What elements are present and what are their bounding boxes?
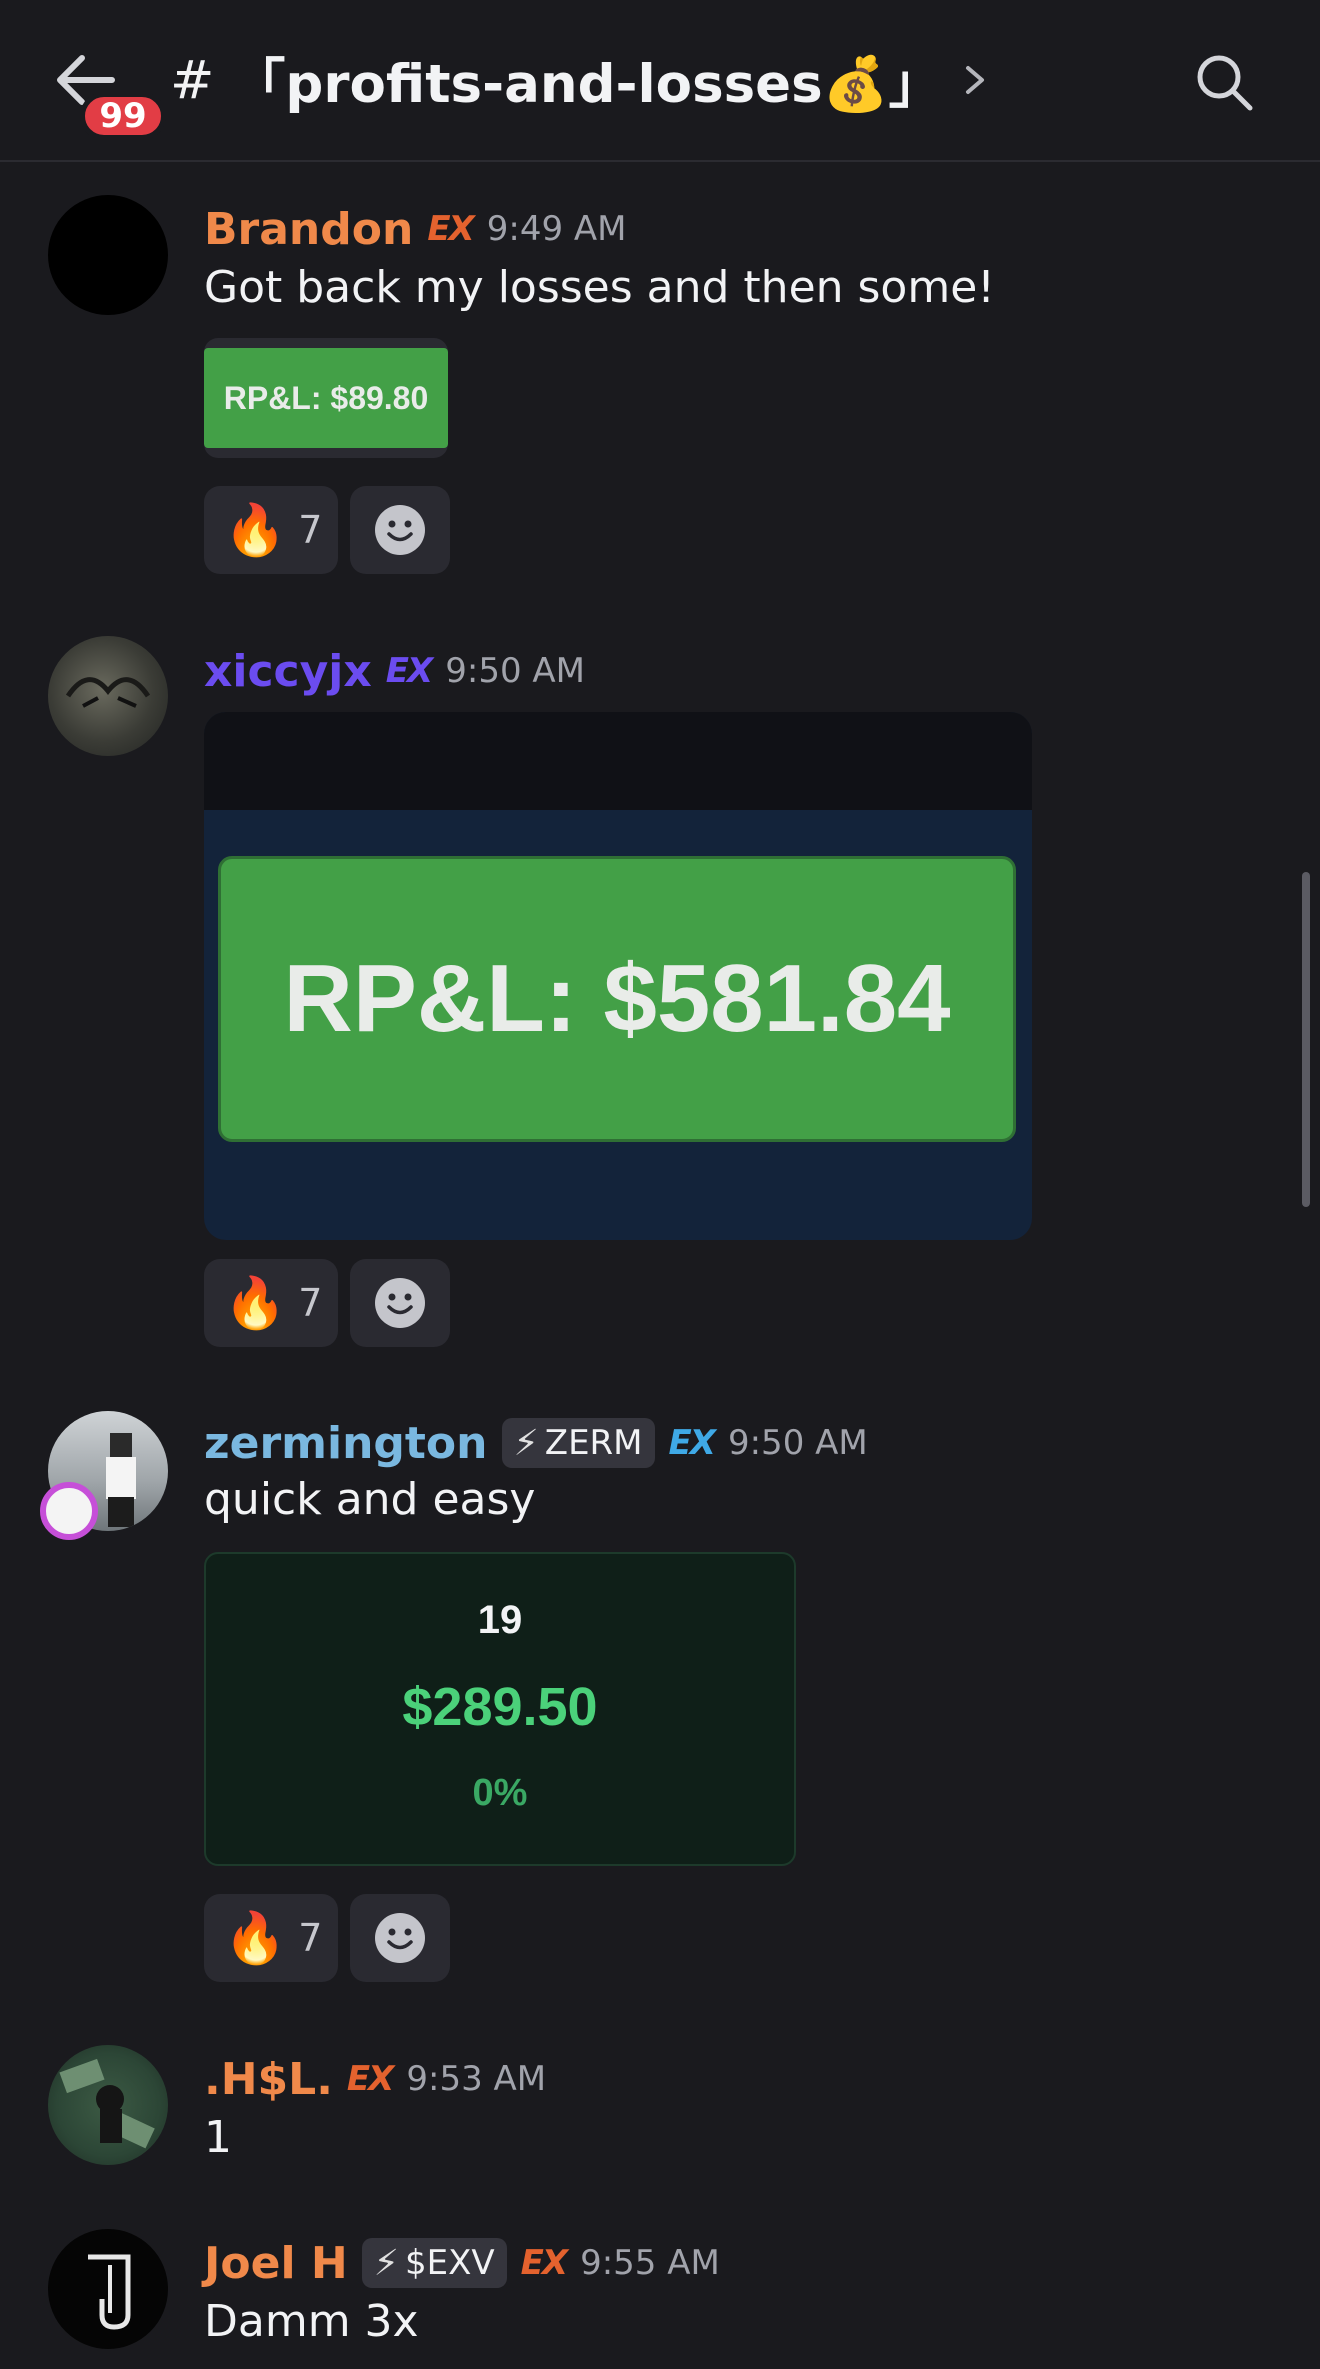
message-header: Joel H ⚡ $EXV EX 9:55 AM xyxy=(204,2232,720,2294)
timestamp: 9:50 AM xyxy=(727,1423,868,1463)
timestamp: 9:49 AM xyxy=(486,209,627,249)
add-reaction-button[interactable] xyxy=(350,486,450,574)
message-header: .H$L. EX 9:53 AM xyxy=(204,2048,546,2110)
add-reaction-icon xyxy=(375,1278,425,1328)
ex-badge-icon: EX xyxy=(385,651,433,691)
message-header: zermington ⚡ ZERM EX 9:50 AM xyxy=(204,1412,868,1474)
role-tag[interactable]: ⚡ $EXV xyxy=(361,2238,507,2288)
role-tag[interactable]: ⚡ ZERM xyxy=(501,1418,655,1468)
image-line-count: 19 xyxy=(477,1598,523,1642)
timestamp: 9:53 AM xyxy=(406,2059,547,2099)
pnl-value: RP&L: $89.80 xyxy=(223,379,429,416)
fire-reaction[interactable]: 🔥 7 xyxy=(204,1259,338,1347)
avatar[interactable] xyxy=(48,195,168,315)
fire-reaction[interactable]: 🔥 7 xyxy=(204,1894,338,1982)
timestamp: 9:55 AM xyxy=(580,2243,720,2283)
bolt-icon: ⚡ xyxy=(373,2242,399,2284)
fire-reaction[interactable]: 🔥 7 xyxy=(204,486,338,574)
channel-title[interactable]: # 「profits-and-losses💰」 xyxy=(170,44,990,116)
scrollbar[interactable] xyxy=(1302,872,1310,1207)
add-reaction-button[interactable] xyxy=(350,1894,450,1982)
channel-name: 「profits-and-losses💰」 xyxy=(232,54,942,115)
image-attachment[interactable]: 19 $289.50 0% xyxy=(204,1552,796,1866)
image-line-percent: 0% xyxy=(472,1772,528,1814)
message-text: quick and easy xyxy=(204,1474,536,1525)
username[interactable]: Joel H xyxy=(204,2238,348,2289)
role-tag-label: ZERM xyxy=(544,1423,643,1463)
username[interactable]: Brandon xyxy=(204,204,413,255)
pnl-value: RP&L: $581.84 xyxy=(283,945,951,1052)
bolt-icon: ⚡ xyxy=(513,1422,539,1464)
image-line-amount: $289.50 xyxy=(402,1677,598,1737)
search-icon[interactable] xyxy=(1192,50,1256,114)
avatar[interactable] xyxy=(48,2229,168,2349)
add-reaction-button[interactable] xyxy=(350,1259,450,1347)
add-reaction-icon xyxy=(375,505,425,555)
reaction-count: 7 xyxy=(298,1916,323,1960)
add-reaction-icon xyxy=(375,1913,425,1963)
ex-badge-icon: EX xyxy=(520,2243,568,2283)
fire-icon: 🔥 xyxy=(224,1273,287,1332)
channel-header: 99 # 「profits-and-losses💰」 xyxy=(0,0,1320,162)
image-attachment[interactable]: RP&L: $581.84 xyxy=(204,712,1032,1240)
username[interactable]: .H$L. xyxy=(204,2054,333,2105)
message-text: 1 xyxy=(204,2112,232,2163)
ex-badge-icon: EX xyxy=(346,2059,394,2099)
avatar[interactable] xyxy=(48,636,168,756)
timestamp: 9:50 AM xyxy=(445,651,585,691)
message-text: Damm 3x xyxy=(204,2296,419,2347)
username[interactable]: zermington xyxy=(204,1418,488,1469)
channel-hash-icon: # xyxy=(170,49,215,111)
reaction-count: 7 xyxy=(298,1281,323,1325)
message-text: Got back my losses and then some! xyxy=(204,262,995,313)
role-tag-label: $EXV xyxy=(404,2243,495,2283)
avatar-decoration-icon xyxy=(40,1482,98,1540)
ex-badge-icon: EX xyxy=(668,1423,716,1463)
reaction-count: 7 xyxy=(298,508,323,552)
avatar-art xyxy=(59,2058,155,2149)
fire-icon: 🔥 xyxy=(224,500,287,559)
image-attachment[interactable]: RP&L: $89.80 xyxy=(204,338,448,458)
chevron-right-icon xyxy=(965,66,984,94)
message-header: Brandon EX 9:49 AM xyxy=(204,198,627,260)
username[interactable]: xiccyjx xyxy=(204,646,372,697)
message-header: xiccyjx EX 9:50 AM xyxy=(204,640,585,702)
unread-badge: 99 xyxy=(80,92,166,140)
avatar-logo-icon xyxy=(88,2254,131,2330)
ex-badge-icon: EX xyxy=(427,209,474,249)
avatar[interactable] xyxy=(48,2045,168,2165)
avatar-art xyxy=(65,677,151,708)
fire-icon: 🔥 xyxy=(224,1908,287,1967)
